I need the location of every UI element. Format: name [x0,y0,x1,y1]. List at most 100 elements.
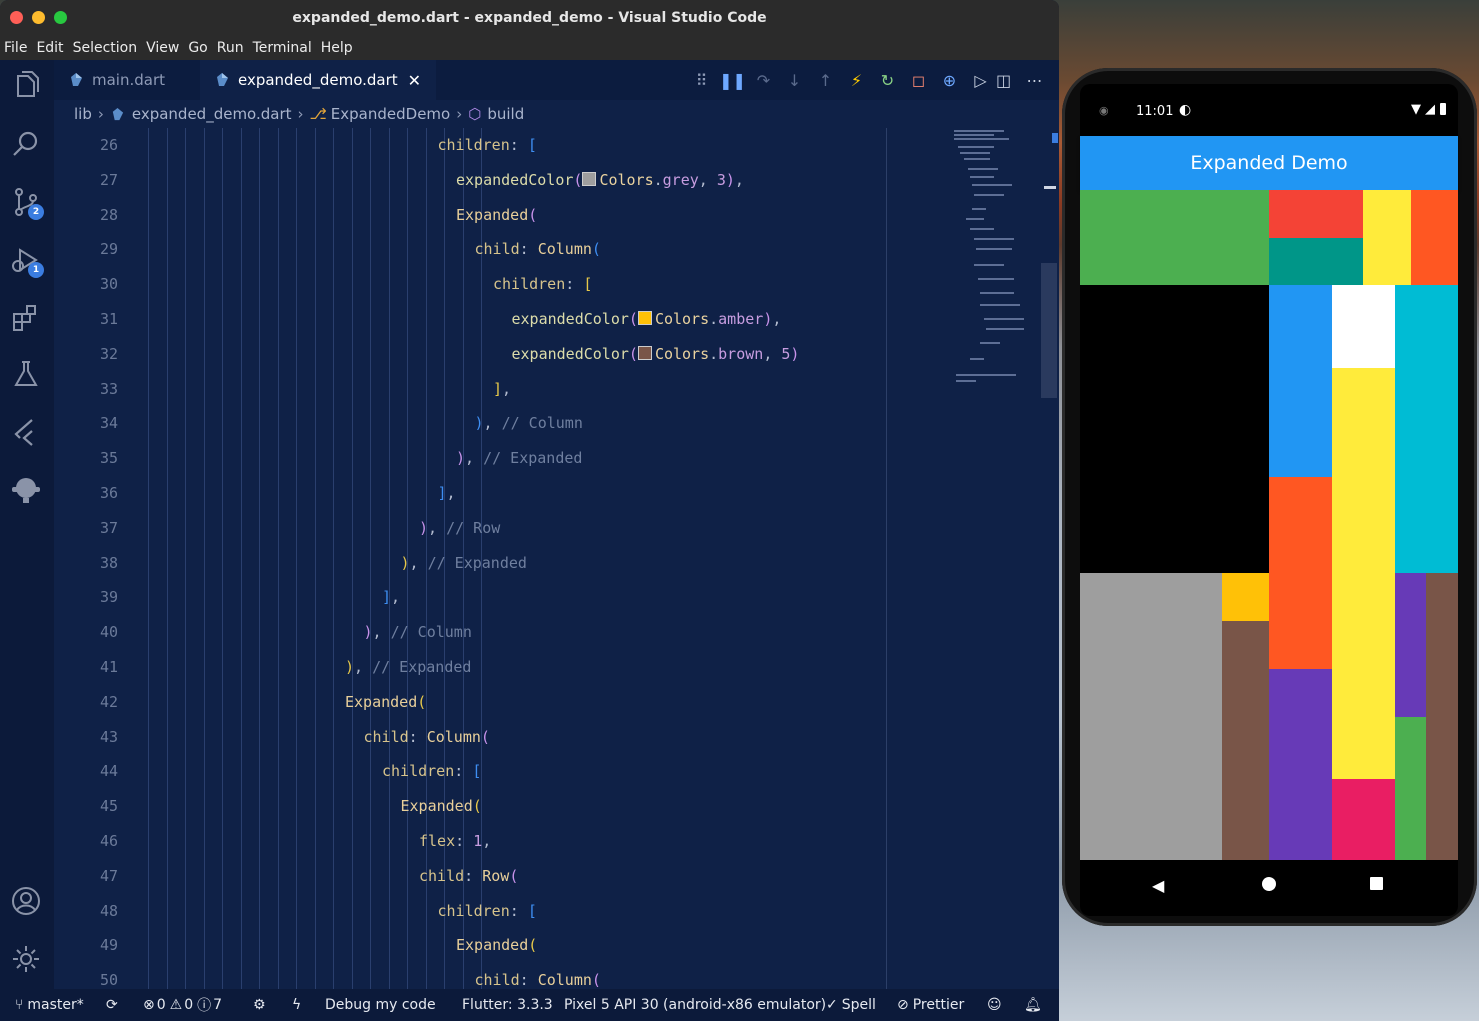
code-token: 3 [716,170,726,189]
git-branch-status[interactable]: ⑂ master* [15,989,84,1021]
accounts-icon[interactable] [10,885,42,917]
menu-view[interactable]: View [142,40,184,56]
code-token: grey [662,170,699,189]
breadcrumb-file[interactable]: expanded_demo.dart [132,105,292,123]
color-swatch[interactable] [637,345,652,360]
color-swatch[interactable] [582,171,597,186]
code-token: child [419,866,465,885]
color-swatch[interactable] [637,311,652,325]
debug-bug-icon[interactable]: ⚙ [253,989,266,1021]
editor-scrollbar[interactable] [1041,263,1057,398]
home-button-icon[interactable] [1262,877,1276,891]
devtools-icon[interactable]: ⊕ [934,71,965,90]
code-line[interactable]: 33], [54,372,944,407]
breadcrumb-class[interactable]: ExpandedDemo [331,105,450,123]
search-icon[interactable] [10,128,42,160]
code-line[interactable]: 47 child: Row( [54,859,944,894]
class-icon: ⎇ [309,105,327,123]
recents-button-icon[interactable] [1370,877,1383,890]
code-token: , [409,553,428,572]
code-line[interactable]: 48 children: [ [54,894,944,929]
step-out-icon[interactable]: ↑ [810,71,841,90]
code-line[interactable]: 41), // Expanded [54,650,944,685]
code-line[interactable]: 43 child: Column( [54,720,944,755]
menu-help[interactable]: Help [317,40,358,56]
android-status-bar: ◉ 11:01 ◐ ▼ ◢ [1080,95,1458,129]
code-line[interactable]: 26 children: [ [54,128,944,163]
flutter-icon[interactable] [10,416,42,448]
breadcrumb-method[interactable]: build [487,105,524,123]
code-editor[interactable]: 26 children: [27 expandedColor(Colors.grey… [54,128,944,989]
menu-run[interactable]: Run [213,40,249,56]
code-token: ] [382,588,392,607]
extensions-icon[interactable] [10,302,42,334]
code-token: ) [345,658,355,676]
line-number: 33 [99,379,118,398]
more-actions-icon[interactable]: ⋯ [1019,71,1050,90]
code-line[interactable]: 49 Expanded( [54,928,944,963]
menu-terminal[interactable]: Terminal [249,40,317,56]
remote-explorer-icon[interactable] [10,474,42,506]
menu-go[interactable]: Go [184,40,212,56]
battery-icon [1440,103,1446,115]
prettier-status[interactable]: ⊘ Prettier [897,989,964,1021]
code-token: Expanded [345,692,418,711]
code-line[interactable]: 35), // Expanded [54,441,944,476]
code-line[interactable]: 36], [54,476,944,511]
drag-handle-icon[interactable]: ⠿ [686,71,717,90]
code-line[interactable]: 45 Expanded( [54,789,944,824]
code-line[interactable]: 42 Expanded( [54,685,944,720]
code-line[interactable]: 29 child: Column( [54,232,944,267]
notifications-bell-icon[interactable]: 🔔︎ [1024,989,1042,1021]
step-into-icon[interactable]: ↓ [779,71,810,90]
feedback-icon[interactable]: ☺ [987,989,1002,1021]
back-button-icon[interactable]: ◀ [1152,876,1164,895]
tab-main-dart[interactable]: main.dart [54,60,214,100]
code-line[interactable]: 40), // Column [54,615,944,650]
code-text: child: Column( [364,720,490,755]
close-tab-icon[interactable]: ✕ [408,71,421,90]
spell-status[interactable]: ✓ Spell [826,989,876,1021]
code-line[interactable]: 30 children: [ [54,267,944,302]
step-over-icon[interactable]: ↷ [748,71,779,90]
flutter-version[interactable]: Flutter: 3.3.3 [462,989,553,1021]
code-line[interactable]: 32 expandedColor(Colors.brown, 5) [54,337,944,372]
breadcrumb-lib[interactable]: lib [74,105,92,123]
code-line[interactable]: 31 expandedColor(Colors.amber), [54,302,944,337]
code-token: , [446,484,456,502]
hot-reload-icon[interactable]: ⚡ [841,71,872,90]
code-line[interactable]: 28 Expanded( [54,198,944,233]
code-line[interactable]: 37), // Row [54,511,944,546]
split-editor-icon[interactable]: ◫ [988,71,1019,90]
problems-status[interactable]: ⊗ 0 ⚠ 0 ⓘ 7 [143,989,222,1021]
tab-expanded-demo-dart[interactable]: expanded_demo.dart ✕ [200,60,436,100]
sync-icon[interactable]: ⟳ [106,989,118,1021]
close-window-button[interactable] [10,11,23,24]
minimize-window-button[interactable] [32,11,45,24]
code-line[interactable]: 38), // Expanded [54,546,944,581]
testing-icon[interactable] [10,358,42,390]
stop-icon[interactable]: ◻ [903,71,934,90]
line-number: 49 [99,936,118,955]
code-line[interactable]: 34), // Column [54,406,944,441]
code-token: ) [790,344,800,363]
maximize-window-button[interactable] [54,11,67,24]
code-text: expandedColor(Colors.amber), [512,302,782,337]
launch-config[interactable]: Debug my code [325,989,436,1021]
line-number: 32 [99,344,118,363]
code-line[interactable]: 44 children: [ [54,754,944,789]
menu-file[interactable]: File [0,40,32,56]
pause-icon[interactable]: ❚❚ [717,71,748,90]
menu-selection[interactable]: Selection [69,40,143,56]
expanded-block-brown [1222,621,1269,860]
explorer-icon[interactable] [10,70,42,102]
code-line[interactable]: 27 expandedColor(Colors.grey, 3), [54,163,944,198]
settings-gear-icon[interactable] [10,943,42,975]
code-line[interactable]: 39], [54,580,944,615]
flash-icon[interactable]: ϟ [292,989,301,1021]
menu-edit[interactable]: Edit [32,40,68,56]
restart-icon[interactable]: ↻ [872,71,903,90]
code-line[interactable]: 46 flex: 1, [54,824,944,859]
device-selector[interactable]: Pixel 5 API 30 (android-x86 emulator) [564,989,826,1021]
minimap[interactable] [950,128,1040,408]
